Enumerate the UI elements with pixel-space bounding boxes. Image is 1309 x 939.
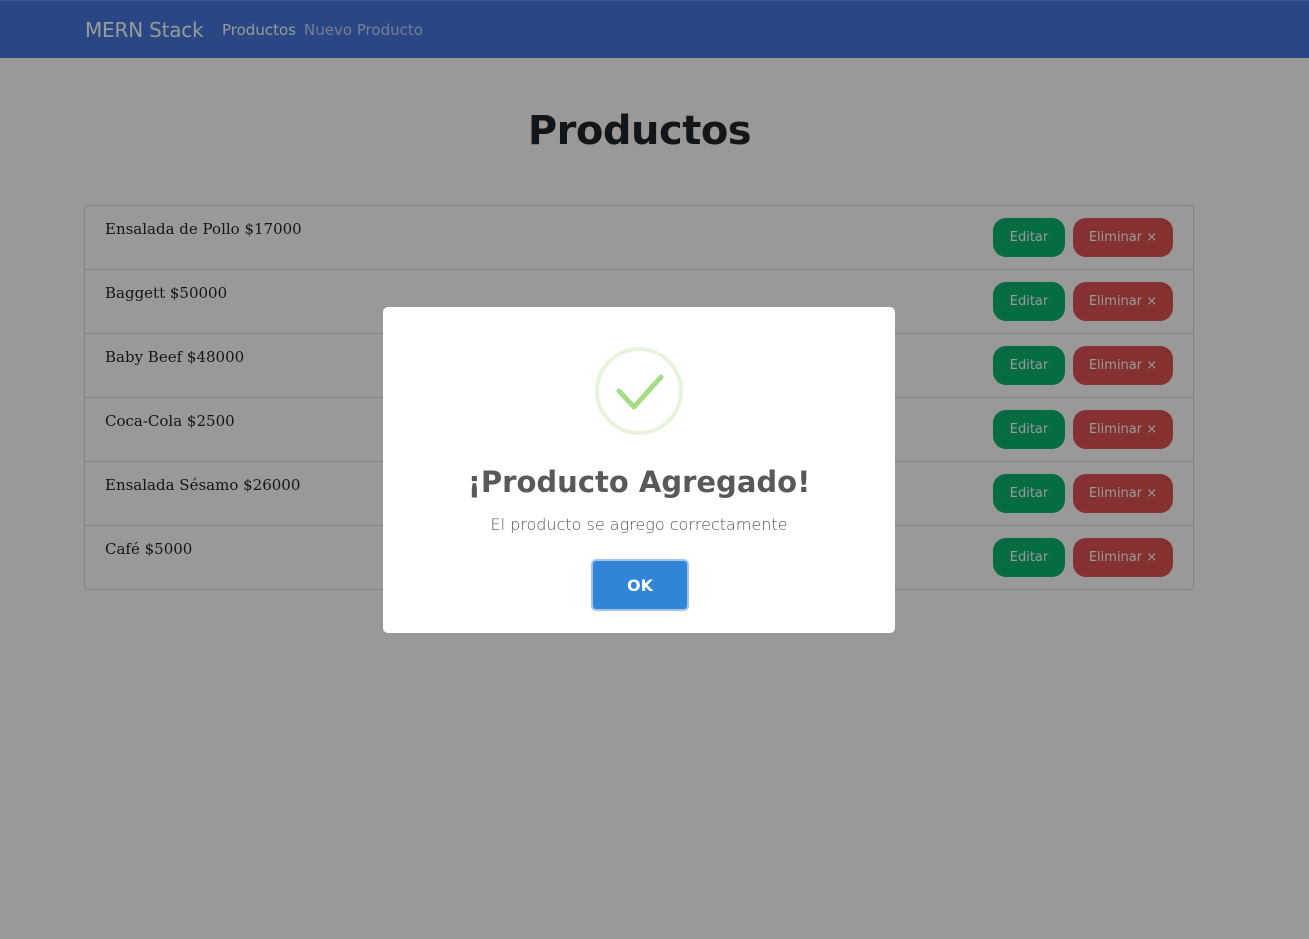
modal-backdrop[interactable]: ¡Producto Agregado! El producto se agreg…	[0, 0, 1309, 939]
modal-title: ¡Producto Agregado!	[467, 465, 811, 499]
ok-button[interactable]: OK	[593, 561, 687, 609]
modal-message: El producto se agrego correctamente	[490, 515, 788, 534]
page: MERN Stack Productos Nuevo Producto Prod…	[0, 0, 1309, 939]
check-mark-icon	[616, 374, 664, 410]
success-check-icon	[595, 347, 683, 435]
success-modal: ¡Producto Agregado! El producto se agreg…	[383, 307, 895, 633]
